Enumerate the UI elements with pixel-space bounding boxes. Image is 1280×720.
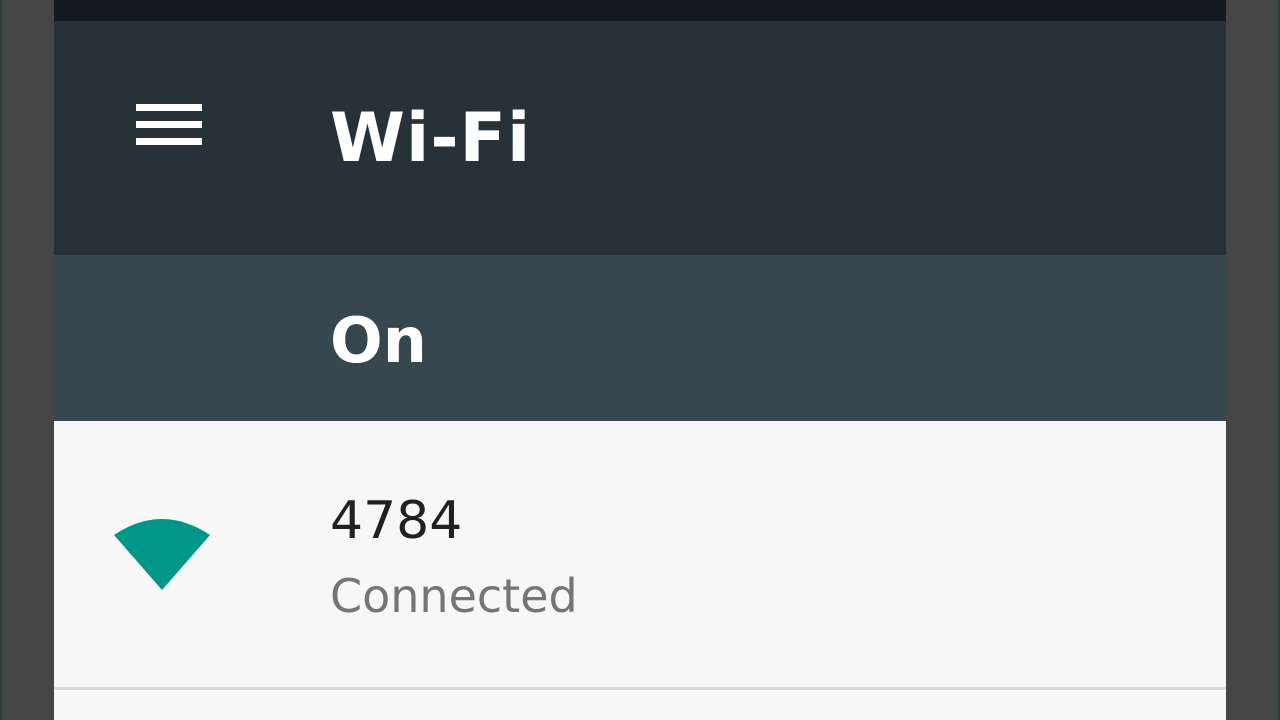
menu-bar-bottom bbox=[136, 138, 202, 145]
device-screen: Wi-Fi On 4784 Connected bbox=[54, 0, 1226, 720]
hamburger-menu-icon[interactable] bbox=[126, 97, 210, 167]
list-item-partial bbox=[54, 690, 1226, 720]
page-title: Wi-Fi bbox=[330, 99, 532, 178]
network-status: Connected bbox=[330, 569, 578, 623]
device-frame: Wi-Fi On 4784 Connected bbox=[0, 0, 1280, 720]
wifi-signal-icon bbox=[112, 515, 212, 595]
network-name: 4784 bbox=[330, 491, 463, 551]
wifi-master-switch[interactable]: On bbox=[54, 255, 1226, 421]
app-bar: Wi-Fi bbox=[54, 21, 1226, 255]
menu-bar-middle bbox=[136, 121, 202, 128]
status-bar bbox=[54, 0, 1226, 21]
menu-bar-top bbox=[136, 104, 202, 111]
frame-border-left bbox=[0, 0, 2, 720]
network-list-item[interactable]: 4784 Connected bbox=[54, 421, 1226, 687]
wifi-switch-label: On bbox=[330, 304, 427, 377]
